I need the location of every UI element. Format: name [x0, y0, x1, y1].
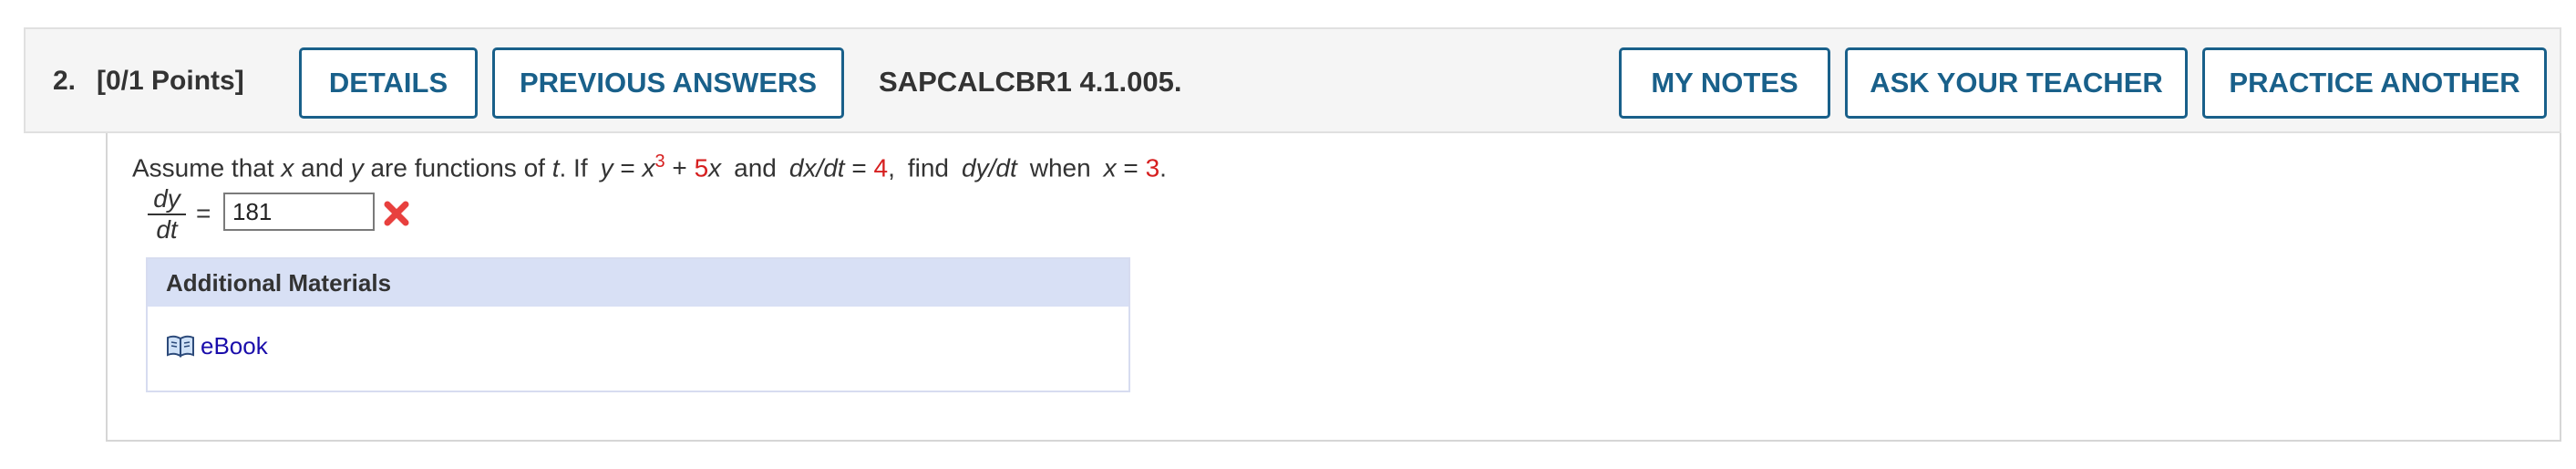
practice-another-button[interactable]: PRACTICE ANOTHER: [2202, 47, 2547, 119]
answer-input[interactable]: [223, 193, 375, 231]
my-notes-button[interactable]: MY NOTES: [1619, 47, 1830, 119]
fraction-denominator: dt: [156, 215, 178, 244]
fraction-numerator: dy: [148, 184, 186, 215]
dxdt-value: 4: [873, 153, 889, 182]
ask-your-teacher-button[interactable]: ASK YOUR TEACHER: [1845, 47, 2188, 119]
dy-dt-fraction: dy dt: [148, 184, 186, 245]
exponent: 3: [654, 151, 665, 172]
ebook-link[interactable]: eBook: [166, 332, 268, 360]
book-icon: [167, 335, 194, 358]
coefficient: 5: [694, 153, 709, 182]
details-button[interactable]: DETAILS: [299, 47, 478, 119]
x-value: 3: [1145, 153, 1160, 182]
question-number: 2.: [53, 66, 77, 96]
additional-materials-box: Additional Materials eBook: [146, 257, 1130, 392]
additional-materials-heading: Additional Materials: [148, 259, 1128, 307]
question-header: 2. [0/1 Points] DETAILS PREVIOUS ANSWERS…: [24, 27, 2561, 133]
question-text: Assume that x and y are functions of t. …: [132, 151, 1167, 182]
points-label: [0/1 Points]: [97, 66, 244, 96]
answer-equals: =: [196, 199, 211, 227]
incorrect-x-icon: [384, 201, 409, 226]
problem-code: SAPCALCBR1 4.1.005.: [879, 66, 1182, 98]
ebook-label: eBook: [201, 332, 268, 360]
previous-answers-button[interactable]: PREVIOUS ANSWERS: [492, 47, 844, 119]
